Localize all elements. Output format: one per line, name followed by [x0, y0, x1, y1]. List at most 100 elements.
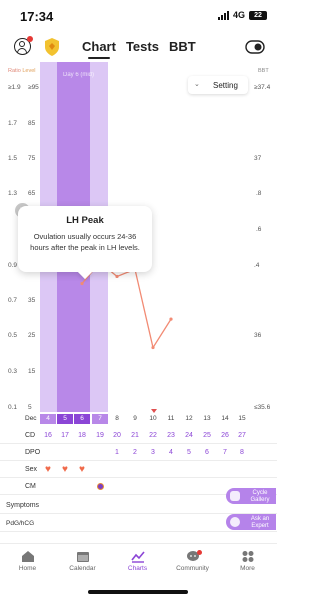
network-label: 4G [232, 10, 245, 20]
date-cell[interactable]: 9 [127, 414, 143, 424]
status-bar: 17:34 4G 22 [0, 0, 277, 32]
cd-cell: 24 [185, 432, 193, 439]
date-cell[interactable]: 11 [163, 414, 179, 424]
lh-data-point [169, 317, 173, 321]
more-icon [242, 551, 253, 562]
level-tick-label: ≥95 [28, 84, 39, 91]
bbt-tick-label: ≤35.6 [254, 404, 271, 411]
dpo-cell: 1 [115, 449, 119, 456]
date-cell[interactable]: 10 [145, 414, 161, 424]
level-tick-label: 85 [28, 120, 36, 127]
level-tick-label: 35 [28, 297, 36, 304]
bbt-tick-label: 37 [254, 155, 262, 162]
cd-row: CD 16 17 18 19 20 21 22 23 24 25 26 27 [0, 428, 277, 444]
date-cell[interactable]: 4 [40, 414, 56, 424]
ratio-tick-label: 1.3 [8, 190, 18, 197]
charts-icon [130, 551, 145, 563]
setting-label: Setting [213, 81, 238, 90]
status-time: 17:34 [20, 9, 54, 24]
cm-marker-icon [97, 483, 104, 490]
nav-calendar[interactable]: Calendar [55, 550, 110, 572]
lh-data-point [151, 345, 155, 350]
sex-label: Sex [25, 466, 38, 473]
expert-chat-icon [230, 517, 240, 527]
symptoms-label: Symptoms [6, 502, 40, 509]
nav-calendar-label: Calendar [69, 565, 96, 572]
date-cell[interactable]: 15 [234, 414, 250, 424]
dpo-cell: 8 [240, 449, 244, 456]
nav-more[interactable]: More [220, 550, 275, 572]
home-indicator [88, 590, 188, 594]
date-cell[interactable]: 8 [109, 414, 125, 424]
ask-expert-button[interactable]: Ask an Expert [226, 514, 276, 530]
ask-expert-label: Ask an Expert [250, 516, 270, 529]
date-cell[interactable]: 6 [74, 414, 90, 424]
dpo-row: DPO 1 2 3 4 5 6 7 8 [0, 445, 277, 461]
bbt-tick-label: .8 [256, 190, 262, 197]
signal-icon [217, 10, 229, 20]
cd-cell: 25 [203, 432, 211, 439]
dpo-cell: 3 [151, 449, 155, 456]
ratio-tick-label: 0.7 [8, 297, 18, 304]
tab-bbt[interactable]: BBT [169, 39, 196, 57]
cd-cell: 23 [167, 432, 175, 439]
nav-more-label: More [240, 565, 255, 572]
tab-tests[interactable]: Tests [126, 39, 159, 57]
dpo-cell: 5 [187, 449, 191, 456]
bbt-tick-label: .6 [256, 226, 262, 233]
dpo-cell: 2 [133, 449, 137, 456]
setting-dropdown[interactable]: ⌄ Setting [188, 76, 248, 94]
cycle-gallery-button[interactable]: Cycle Gallery [226, 488, 276, 504]
notification-dot [27, 36, 33, 42]
community-notification-dot [197, 550, 202, 555]
dpo-label: DPO [25, 449, 41, 456]
month-label: Dec [25, 415, 37, 422]
today-marker-icon [151, 409, 157, 413]
dpo-cell: 4 [169, 449, 173, 456]
bottom-nav: Home Calendar Charts Community More [0, 543, 277, 583]
battery-level: 22 [254, 11, 262, 19]
dpo-cell: 7 [223, 449, 227, 456]
status-right: 4G 22 [217, 10, 267, 20]
calendar-icon [76, 552, 89, 562]
cd-cell: 18 [78, 432, 86, 439]
ratio-tick-label: 0.3 [8, 368, 18, 375]
nav-charts[interactable]: Charts [110, 550, 165, 572]
tab-chart[interactable]: Chart [82, 39, 116, 59]
cd-cell: 19 [96, 432, 104, 439]
bbt-tick-label: ≥37.4 [254, 84, 271, 91]
cd-cell: 27 [238, 432, 246, 439]
date-row: Dec 4 5 6 7 8 9 10 11 12 13 14 15 [0, 414, 277, 424]
level-tick-label: 5 [28, 404, 32, 411]
date-cell[interactable]: 5 [57, 414, 73, 424]
nav-community[interactable]: Community [165, 550, 220, 572]
toggle-switch-icon[interactable] [245, 40, 265, 54]
lh-data-point [80, 281, 84, 286]
date-cell[interactable]: 13 [199, 414, 215, 424]
cycle-gallery-label: Cycle Gallery [250, 490, 270, 503]
battery-icon: 22 [249, 10, 267, 20]
nav-home[interactable]: Home [0, 550, 55, 572]
date-cell[interactable]: 12 [181, 414, 197, 424]
cm-label: CM [25, 483, 36, 490]
heart-icon: ♥ [62, 464, 68, 475]
ratio-tick-label: 1.5 [8, 155, 18, 162]
nav-home-label: Home [18, 565, 37, 572]
lh-data-point [115, 274, 119, 279]
ratio-tick-label: 0.1 [8, 404, 18, 411]
cd-cell: 16 [44, 432, 52, 439]
cd-cell: 20 [113, 432, 121, 439]
cd-cell: 22 [149, 432, 157, 439]
premium-shield-icon[interactable] [44, 38, 60, 56]
date-cell[interactable]: 7 [92, 414, 108, 424]
heart-icon: ♥ [79, 464, 85, 475]
gallery-icon [230, 491, 240, 501]
tooltip-title: LH Peak [66, 215, 104, 226]
top-tabs: Chart Tests BBT [82, 39, 196, 59]
ratio-tick-label: ≥1.9 [8, 84, 21, 91]
date-cell[interactable]: 14 [217, 414, 233, 424]
level-tick-label: 65 [28, 190, 36, 197]
ratio-tick-label: 0.9 [8, 262, 18, 269]
profile-avatar-icon[interactable] [14, 36, 33, 55]
sex-row[interactable]: Sex ♥ ♥ ♥ [0, 462, 277, 478]
